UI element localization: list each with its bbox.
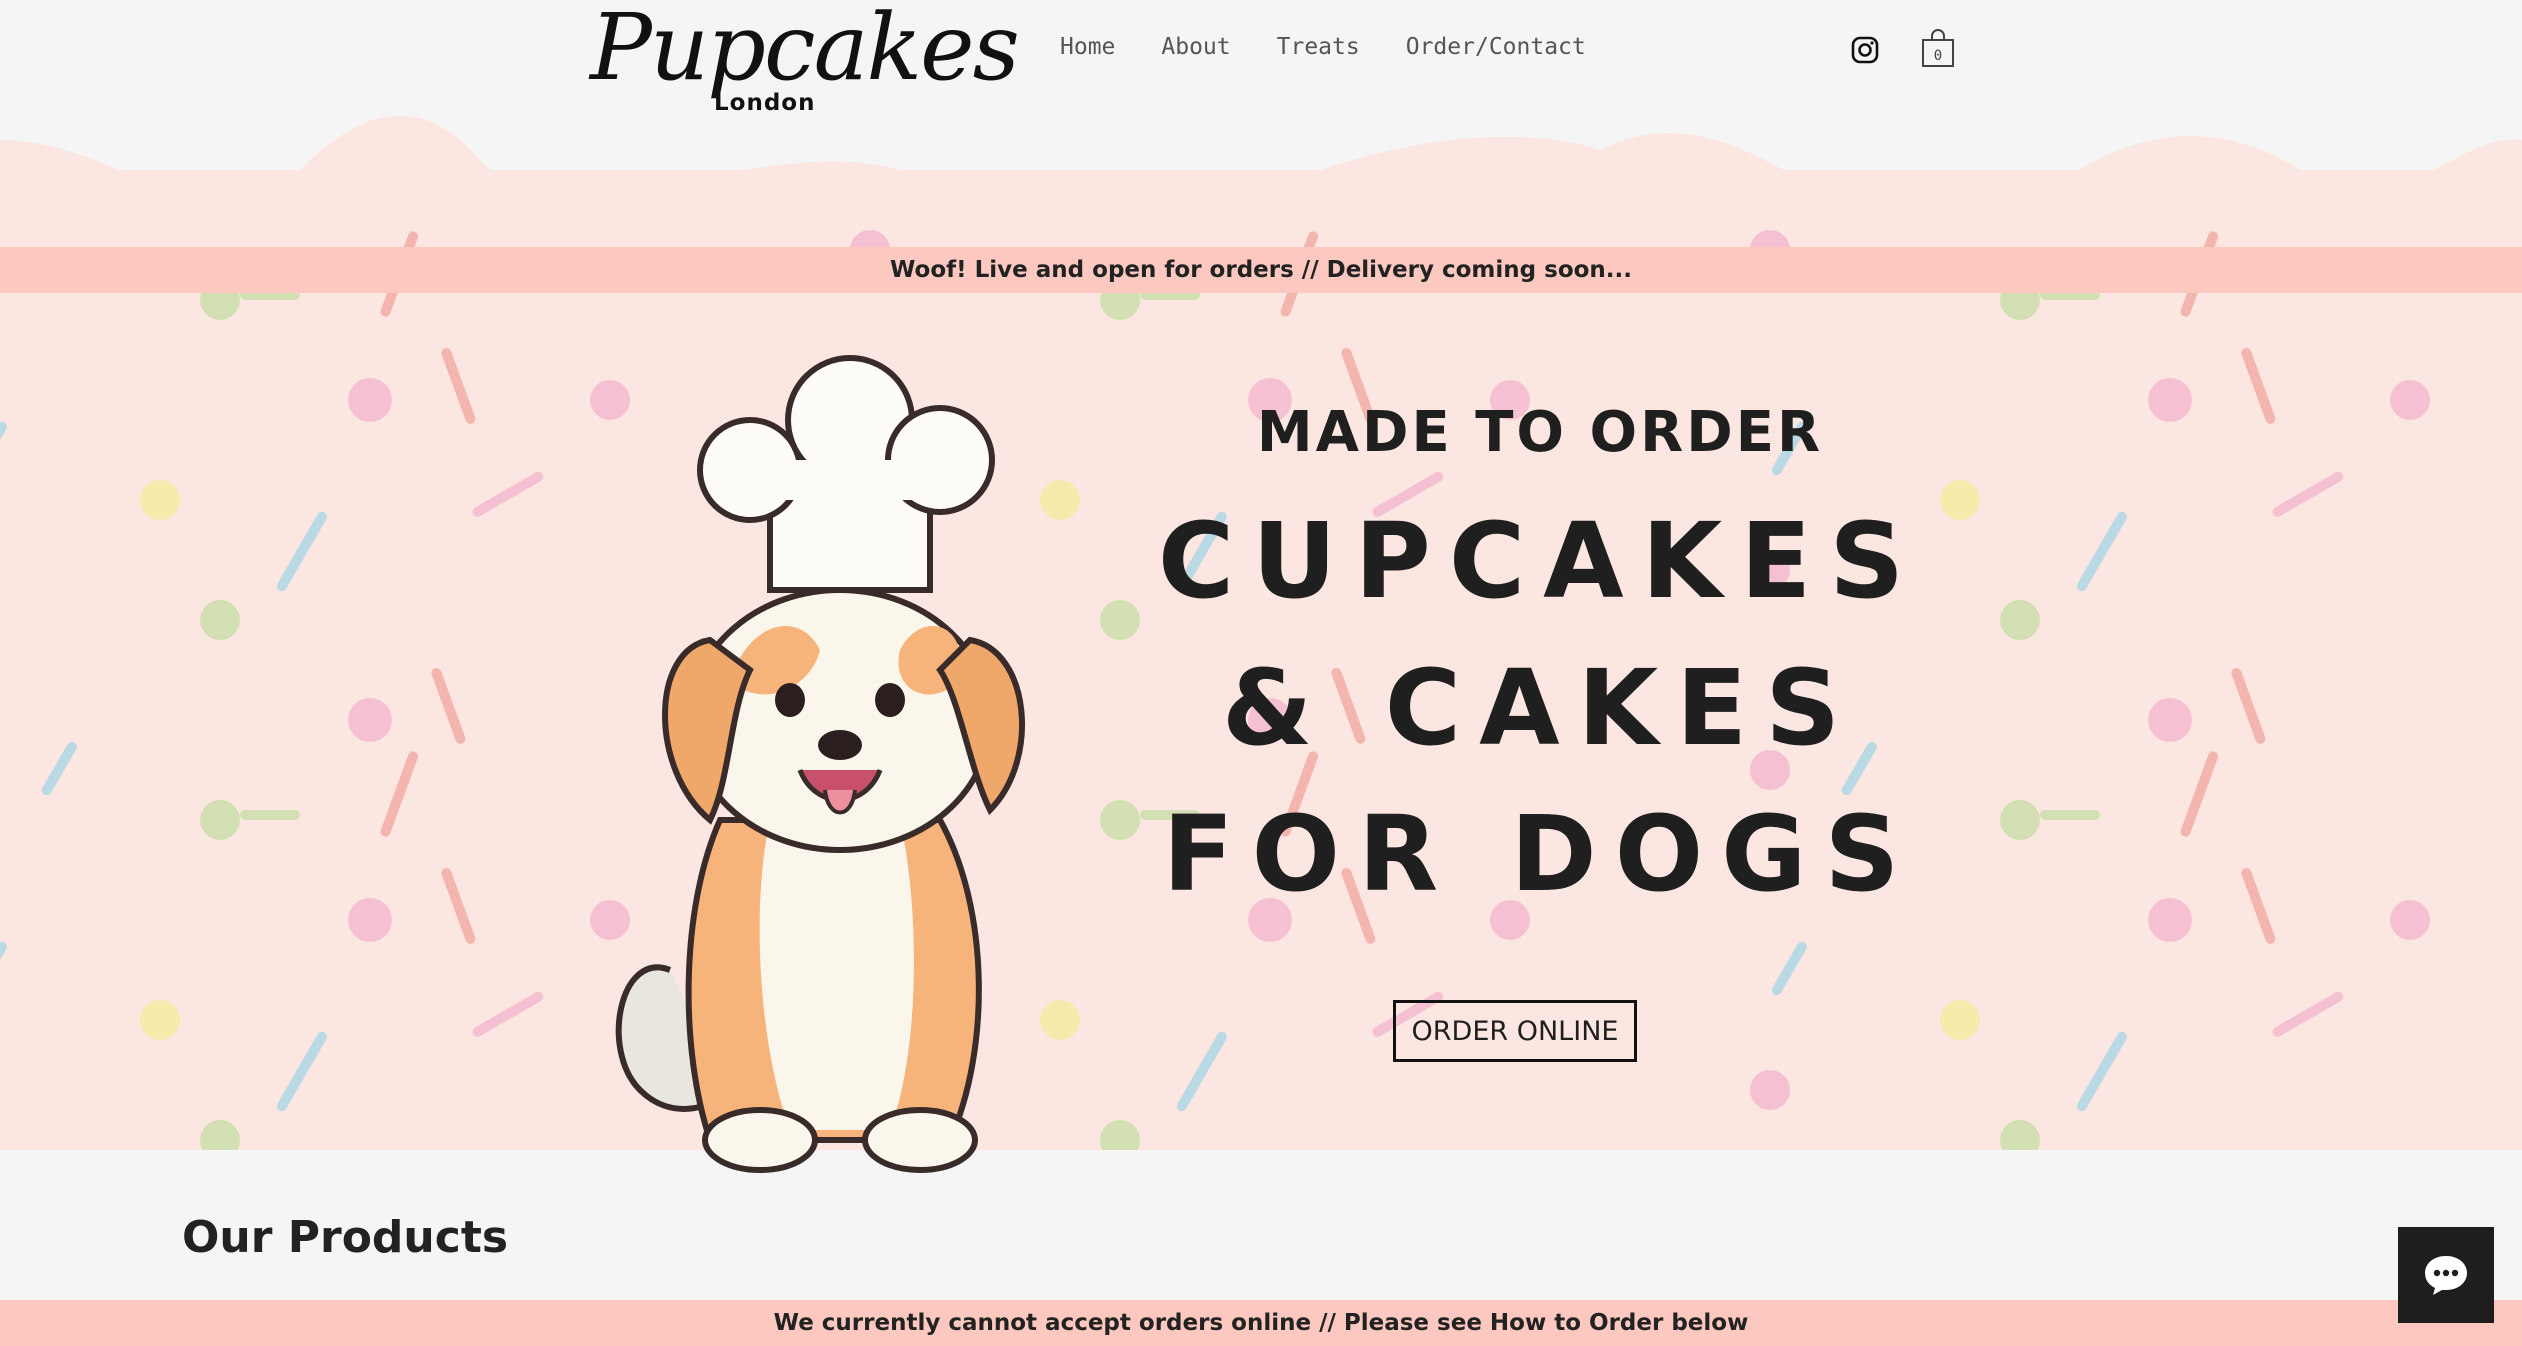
nav-treats[interactable]: Treats [1277, 34, 1360, 60]
announcement-bar: Woof! Live and open for orders // Delive… [0, 247, 2522, 293]
hero-title-line-3: FOR DOGS [1162, 793, 1918, 915]
main-nav: Home About Treats Order/Contact [1060, 34, 1632, 60]
hero-kicker: MADE TO ORDER [1256, 400, 1824, 465]
cart-count: 0 [1934, 48, 1942, 64]
announcement-text: Woof! Live and open for orders // Delive… [889, 257, 1633, 283]
order-online-label: ORDER ONLINE [1411, 1015, 1619, 1047]
order-online-button[interactable]: ORDER ONLINE [1393, 1000, 1637, 1062]
chef-puppy-illustration [615, 355, 1026, 1173]
logo-wordmark: Pupcakes [590, 0, 1020, 101]
shopping-bag-icon[interactable]: 0 [1921, 28, 1955, 68]
site-logo[interactable]: Pupcakes London [590, 0, 1020, 125]
chat-bubble-icon [2425, 1256, 2467, 1295]
chat-button[interactable] [2398, 1227, 2494, 1323]
hero-title-line-1: CUPCAKES [1157, 500, 1923, 622]
order-notice-bar: We currently cannot accept orders online… [0, 1300, 2522, 1346]
hero-title-line-2: & CAKES [1221, 647, 1859, 769]
instagram-icon[interactable] [1851, 36, 1879, 64]
section-title: Our Products [182, 1212, 509, 1263]
hero-section: Woof! Live and open for orders // Delive… [0, 110, 2522, 1173]
nav-order-contact[interactable]: Order/Contact [1406, 34, 1586, 60]
nav-about[interactable]: About [1161, 34, 1230, 60]
order-notice-text: We currently cannot accept orders online… [773, 1310, 1749, 1336]
nav-home[interactable]: Home [1060, 34, 1115, 60]
